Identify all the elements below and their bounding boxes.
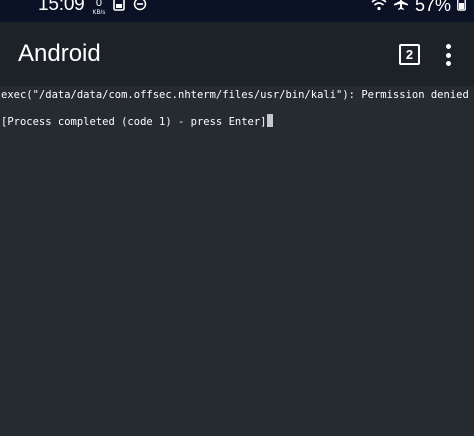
terminal-line-process-text: [Process completed (code 1) - press Ente…: [1, 116, 267, 128]
overflow-dot: [445, 52, 451, 58]
wifi-icon: [371, 0, 387, 15]
terminal-line-error: exec("/data/data/com.offsec.nhterm/files…: [1, 89, 469, 101]
overflow-dot: [445, 61, 451, 66]
status-bar: 15:09 0 KB/s 57%: [0, 0, 474, 22]
airplane-mode-icon: [393, 0, 409, 15]
terminal-line-process: [Process completed (code 1) - press Ente…: [1, 114, 273, 128]
do-not-disturb-icon: [133, 0, 147, 15]
session-count-button[interactable]: 2: [399, 44, 420, 65]
status-left-group: 15:09 0 KB/s: [38, 0, 147, 16]
app-title: Android: [18, 40, 101, 67]
overflow-menu-icon[interactable]: [438, 42, 458, 68]
overflow-dot: [445, 44, 451, 49]
status-time: 15:09: [38, 0, 85, 15]
battery-icon: [457, 0, 466, 15]
app-bar: Android 2: [0, 22, 474, 86]
net-speed-indicator: 0 KB/s: [93, 0, 106, 16]
battery-percent: 57%: [414, 0, 451, 15]
screenshot-icon: [113, 0, 126, 15]
terminal-cursor: [266, 114, 273, 127]
status-right-group: 57%: [371, 0, 466, 16]
terminal-view[interactable]: exec("/data/data/com.offsec.nhterm/files…: [0, 86, 474, 436]
net-speed-unit: KB/s: [92, 9, 106, 16]
net-speed-value: 0: [95, 0, 102, 9]
